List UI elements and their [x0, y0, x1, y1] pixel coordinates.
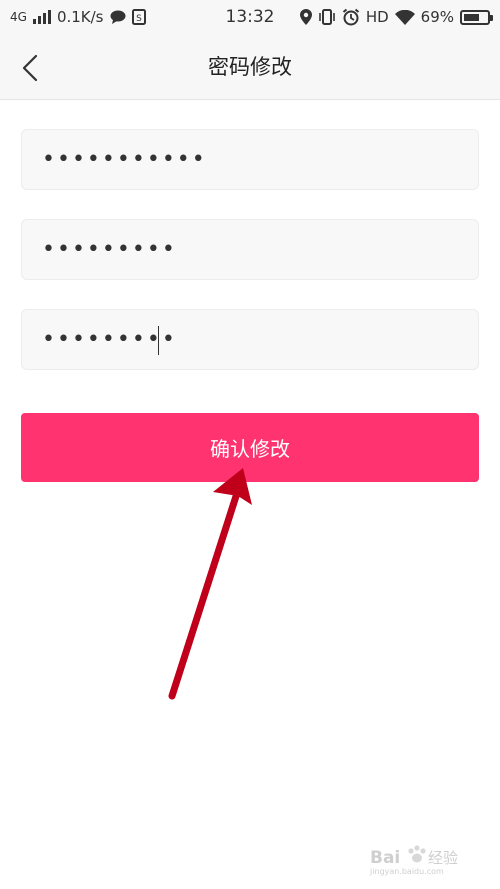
battery-percent: 69%: [420, 8, 454, 26]
wifi-icon: [394, 9, 415, 25]
battery-fill: [464, 13, 479, 21]
nav-bar: 密码修改: [0, 34, 500, 100]
location-icon: [299, 9, 312, 25]
confirm-password-field[interactable]: [21, 309, 479, 370]
vibrate-icon: [319, 9, 335, 25]
new-password-input[interactable]: [42, 220, 478, 279]
svg-text:经验: 经验: [428, 849, 458, 867]
svg-text:S: S: [136, 14, 142, 24]
status-bar: 4G 0.1K/s S 13:32 HD 69%: [0, 0, 500, 34]
status-left: 4G 0.1K/s S: [10, 8, 146, 26]
alarm-icon: [342, 8, 359, 26]
svg-text:Bai: Bai: [370, 848, 400, 868]
page-title: 密码修改: [208, 55, 292, 79]
old-password-input[interactable]: [42, 130, 478, 189]
chat-icon: [110, 10, 125, 24]
svg-text:jingyan.baidu.com: jingyan.baidu.com: [369, 867, 444, 876]
battery-icon: [460, 9, 493, 25]
status-right: HD 69%: [299, 8, 493, 26]
old-password-field[interactable]: [21, 129, 479, 190]
baidu-jingyan-watermark: Bai 经验 jingyan.baidu.com: [369, 845, 458, 876]
new-password-field[interactable]: [21, 219, 479, 280]
network-speed: 0.1K/s: [56, 8, 104, 26]
signal-icon: [32, 10, 51, 24]
text-caret: [158, 326, 159, 355]
network-type: 4G: [10, 10, 27, 24]
sim-icon: S: [131, 9, 146, 25]
confirm-password-input[interactable]: [42, 310, 478, 369]
confirm-change-button[interactable]: 确认修改: [21, 413, 479, 482]
hd-label: HD: [365, 8, 389, 26]
